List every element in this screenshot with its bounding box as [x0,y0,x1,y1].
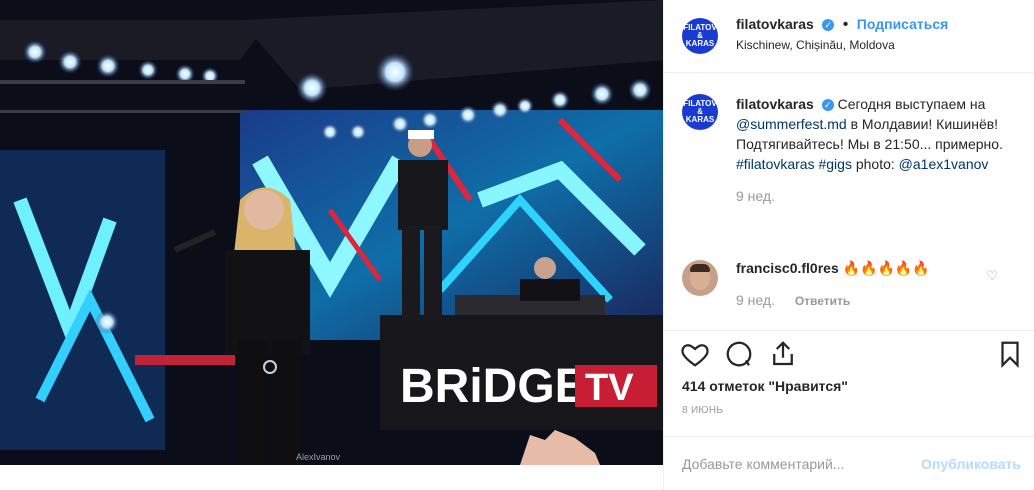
comment-input[interactable]: Добавьте комментарий... [682,456,844,472]
comment-item: francisc0.fl0res 🔥🔥🔥🔥🔥 9 нед. Ответить ♡ [682,260,1012,311]
caption-timestamp[interactable]: 9 нед. [736,186,1008,206]
follow-button[interactable]: Подписаться [857,16,949,32]
concert-photo: BRiDGE TV AlexIvanov [0,0,663,465]
caption-avatar[interactable]: FILATOV & KARAS [682,94,718,130]
add-comment-bar: Добавьте комментарий... Опубликовать [664,436,1034,490]
comments-section: FILATOV & KARAS filatovkaras ✓ Сегодня в… [664,74,1034,329]
caption: FILATOV & KARAS filatovkaras ✓ Сегодня в… [682,94,1008,206]
comment-timestamp[interactable]: 9 нед. [736,292,775,308]
commenter-avatar[interactable] [682,260,718,296]
action-bar [664,330,1034,375]
post-photo[interactable]: BRiDGE TV AlexIvanov [0,0,663,465]
share-icon[interactable] [768,339,798,369]
hashtag-links[interactable]: #filatovkaras #gigs [736,156,852,172]
header-username[interactable]: filatovkaras [736,16,814,32]
location-link[interactable]: Kischinew, Chișinău, Moldova [736,38,948,52]
comment-icon[interactable] [724,339,754,369]
separator-dot: • [842,16,849,33]
photo-credit-link[interactable]: @a1ex1vanov [899,156,989,172]
commenter-username[interactable]: francisc0.fl0res [736,260,839,276]
bookmark-icon[interactable] [995,339,1025,369]
heart-icon[interactable] [680,339,710,369]
verified-icon: ✓ [821,99,834,112]
verified-icon: ✓ [822,18,835,31]
mention-link[interactable]: @summerfest.md [736,116,847,132]
tv-logo-text: TV [585,367,634,409]
photo-bottom-gap [0,465,663,490]
photo-watermark: AlexIvanov [296,452,341,462]
comment-text: 🔥🔥🔥🔥🔥 [842,260,930,276]
caption-username[interactable]: filatovkaras [736,96,814,112]
reply-button[interactable]: Ответить [795,294,850,308]
bridge-logo-text: BRiDGE [400,360,587,413]
likes-count[interactable]: 414 отметок "Нравится" [682,378,848,394]
post-header: FILATOV & KARAS filatovkaras ✓ • Подписа… [664,0,1034,73]
caption-text: Сегодня выступаем на [837,96,986,112]
comment-like-icon[interactable]: ♡ [986,268,998,284]
publish-button[interactable]: Опубликовать [921,456,1021,472]
post-side-panel: FILATOV & KARAS filatovkaras ✓ • Подписа… [663,0,1034,490]
avatar[interactable]: FILATOV & KARAS [682,18,718,54]
post-date[interactable]: 8 ИЮНЬ [682,405,723,416]
caption-text-3: photo: [855,156,895,172]
